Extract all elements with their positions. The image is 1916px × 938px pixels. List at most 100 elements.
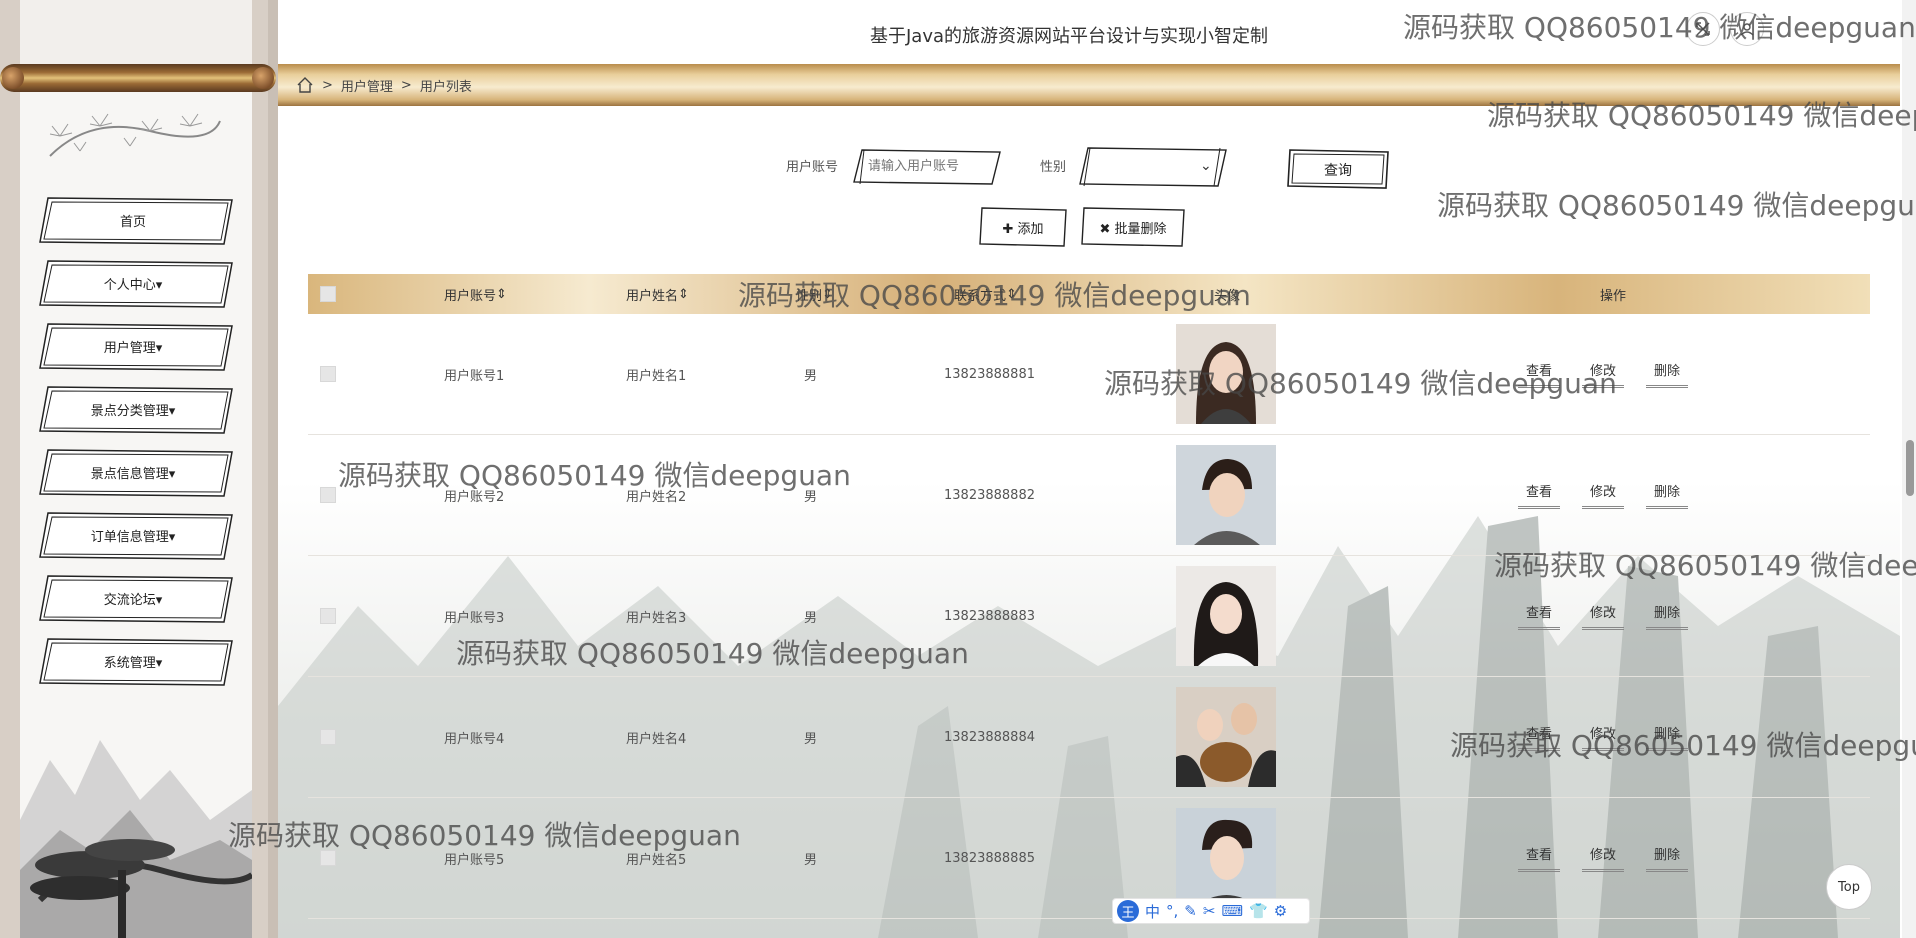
- user-profile-button[interactable]: [1730, 12, 1764, 46]
- ime-logo-icon[interactable]: 王: [1117, 900, 1139, 922]
- query-button-label: 查询: [1324, 163, 1352, 179]
- column-header-name[interactable]: 用户姓名 ⇕: [626, 274, 689, 314]
- gender-select[interactable]: ⌄: [1078, 146, 1228, 188]
- sidebar-item-home[interactable]: 首页: [38, 196, 233, 245]
- view-button[interactable]: 查看: [1518, 481, 1561, 509]
- pen-icon[interactable]: ✎: [1184, 902, 1197, 920]
- edit-button[interactable]: 修改: [1582, 844, 1625, 872]
- scissors-icon[interactable]: ✂: [1203, 902, 1216, 920]
- sort-icon: ⇕: [1006, 286, 1017, 302]
- gear-icon[interactable]: ⚙: [1274, 902, 1287, 920]
- scroll-rod-cap-right: [252, 67, 274, 89]
- breadcrumb-item-user-list: 用户列表: [419, 79, 472, 95]
- plus-icon: ✚: [1002, 222, 1018, 237]
- page-title: 基于Java的旅游资源网站平台设计与实现小智定制: [869, 26, 1269, 47]
- sidebar-item-scenic-info[interactable]: 景点信息管理▾: [38, 448, 233, 497]
- sidebar-item-personal-center[interactable]: 个人中心▾: [38, 259, 233, 308]
- cell-avatar: [1176, 677, 1276, 797]
- sidebar: 首页 个人中心▾ 用户管理▾ 景点分类管理▾ 景点信息管理▾ 订单信息管理▾ 交…: [0, 0, 278, 938]
- cell-account: 用户账号2: [444, 489, 505, 505]
- avatar[interactable]: [1176, 566, 1276, 666]
- ime-punctuation-button[interactable]: °,: [1166, 902, 1178, 920]
- delete-button[interactable]: 删除: [1646, 602, 1689, 630]
- mountain-pine-painting-image: [20, 740, 252, 938]
- view-button[interactable]: 查看: [1518, 723, 1561, 751]
- table-row: 用户账号5 用户姓名5 男 13823888885 查看 修改 删除: [308, 798, 1870, 919]
- delete-button[interactable]: 删除: [1646, 360, 1689, 388]
- avatar[interactable]: [1176, 445, 1276, 545]
- row-actions: 查看 修改 删除: [1518, 677, 1710, 797]
- home-icon[interactable]: [296, 76, 314, 94]
- view-button[interactable]: 查看: [1518, 602, 1561, 630]
- avatar[interactable]: [1176, 324, 1276, 424]
- view-button[interactable]: 查看: [1518, 844, 1561, 872]
- ime-toolbar: 王 中 °, ✎ ✂ ⌨ 👕 ⚙: [1112, 898, 1310, 924]
- sidebar-item-label: 景点分类管理: [90, 403, 169, 419]
- cell-account: 用户账号1: [444, 368, 505, 384]
- batch-delete-button[interactable]: ✖ 批量删除: [1080, 206, 1186, 248]
- account-label: 用户账号: [786, 160, 839, 175]
- sidebar-item-label: 首页: [119, 214, 146, 230]
- cell-account: 用户账号3: [444, 610, 505, 626]
- table-row: 用户账号2 用户姓名2 男 13823888882 查看 修改 删除: [308, 435, 1870, 556]
- ime-chinese-mode-button[interactable]: 中: [1145, 901, 1160, 922]
- view-button[interactable]: 查看: [1518, 360, 1561, 388]
- page-scrollbar-thumb[interactable]: [1906, 440, 1914, 496]
- user-table: 用户账号 ⇕ 用户姓名 ⇕ 性别 ⇕ 联系方式 ⇕ 头像 操作 用户账号1 用户姓名1 …: [308, 274, 1870, 919]
- close-icon: ✖: [1099, 222, 1115, 237]
- add-button[interactable]: ✚ 添加: [978, 206, 1068, 248]
- sidebar-item-forum[interactable]: 交流论坛▾: [38, 574, 233, 623]
- breadcrumb: > 用户管理 > 用户列表: [278, 64, 1900, 106]
- column-header-gender[interactable]: 性别 ⇕: [796, 274, 833, 314]
- breadcrumb-separator: >: [322, 77, 333, 93]
- scroll-rod-cap-left: [2, 67, 24, 89]
- sidebar-item-scenic-category[interactable]: 景点分类管理▾: [38, 385, 233, 434]
- query-button[interactable]: 查询: [1286, 148, 1390, 190]
- cell-avatar: [1176, 435, 1276, 555]
- table-row: 用户账号3 用户姓名3 男 13823888883 查看 修改 删除: [308, 556, 1870, 677]
- cell-avatar: [1176, 314, 1276, 434]
- table-row: 用户账号1 用户姓名1 男 13823888881 查看 修改 删除: [308, 314, 1870, 435]
- sidebar-item-user-management[interactable]: 用户管理▾: [38, 322, 233, 371]
- account-search-input-box[interactable]: [852, 148, 1010, 186]
- cell-phone: 13823888883: [944, 608, 1035, 624]
- row-checkbox[interactable]: [320, 314, 336, 434]
- cell-name: 用户姓名5: [626, 852, 687, 868]
- sidebar-item-label: 订单信息管理: [90, 529, 169, 545]
- breadcrumb-item-user-management[interactable]: 用户管理: [341, 76, 393, 95]
- top-header: 基于Java的旅游资源网站平台设计与实现小智定制: [278, 0, 1916, 64]
- edit-button[interactable]: 修改: [1582, 360, 1625, 388]
- sidebar-item-system[interactable]: 系统管理▾: [38, 637, 233, 686]
- cell-gender: 男: [804, 368, 818, 384]
- column-header-account[interactable]: 用户账号 ⇕: [444, 274, 507, 314]
- row-actions: 查看 修改 删除: [1518, 314, 1710, 434]
- delete-button[interactable]: 删除: [1646, 723, 1689, 751]
- user-icon: [1740, 23, 1754, 36]
- cell-phone: 13823888882: [944, 487, 1035, 503]
- delete-button[interactable]: 删除: [1646, 481, 1689, 509]
- shirt-icon[interactable]: 👕: [1249, 902, 1268, 920]
- sidebar-item-order-info[interactable]: 订单信息管理▾: [38, 511, 233, 560]
- avatar[interactable]: [1176, 687, 1276, 787]
- row-checkbox[interactable]: [320, 435, 336, 555]
- delete-button[interactable]: 删除: [1646, 844, 1689, 872]
- row-checkbox[interactable]: [320, 798, 336, 918]
- edit-button[interactable]: 修改: [1582, 723, 1625, 751]
- cell-gender: 男: [804, 731, 818, 747]
- avatar[interactable]: [1176, 808, 1276, 908]
- caret-down-icon: ▾: [155, 592, 163, 608]
- sidebar-item-label: 交流论坛: [103, 592, 156, 608]
- edit-button[interactable]: 修改: [1582, 481, 1625, 509]
- select-all-checkbox[interactable]: [320, 274, 336, 314]
- cell-name: 用户姓名2: [626, 489, 687, 505]
- edit-button[interactable]: 修改: [1582, 602, 1625, 630]
- keyboard-icon[interactable]: ⌨: [1221, 902, 1243, 920]
- column-header-phone[interactable]: 联系方式 ⇕: [954, 274, 1017, 314]
- cell-account: 用户账号5: [444, 852, 505, 868]
- back-to-top-button[interactable]: Top: [1826, 864, 1872, 910]
- fullscreen-button[interactable]: [1686, 12, 1720, 46]
- account-search-input[interactable]: [866, 158, 1010, 175]
- cell-gender: 男: [804, 852, 818, 868]
- row-checkbox[interactable]: [320, 677, 336, 797]
- row-checkbox[interactable]: [320, 556, 336, 676]
